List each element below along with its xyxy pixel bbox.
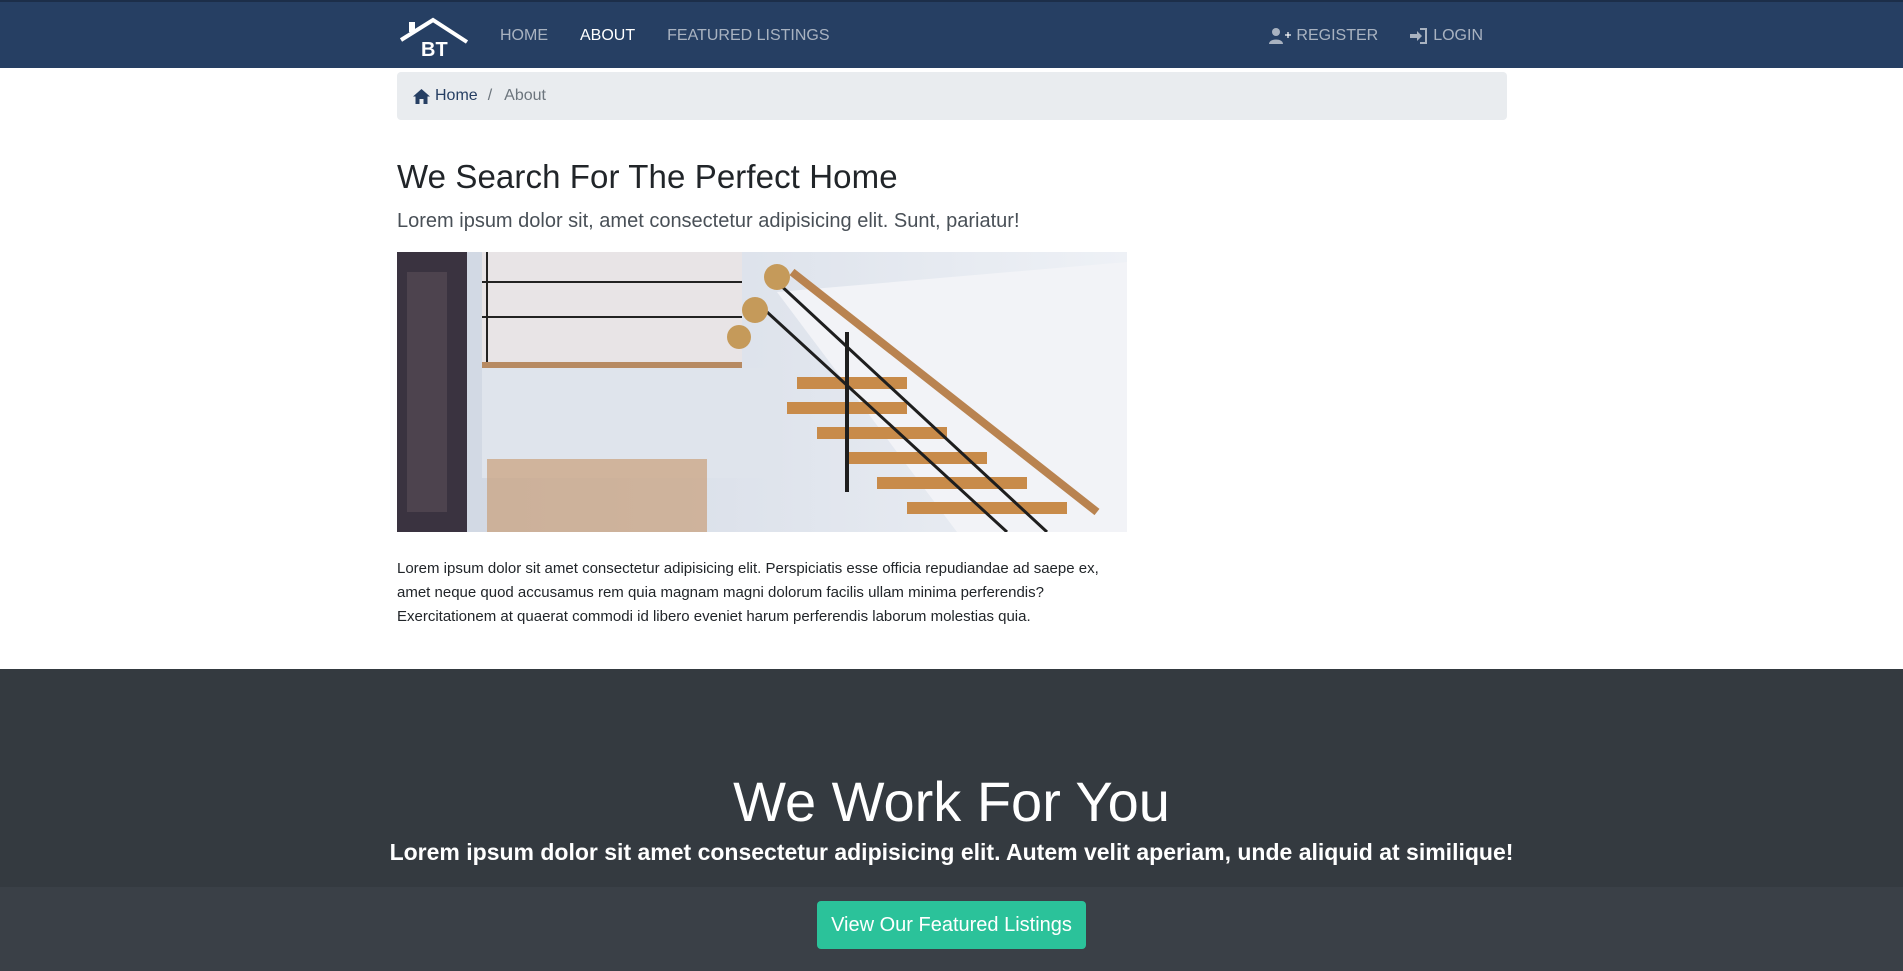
breadcrumb-home-link[interactable]: Home [413,87,478,105]
breadcrumb: Home / About [397,72,1507,120]
about-lead: Lorem ipsum dolor sit, amet consectetur … [397,210,1020,232]
breadcrumb-separator: / [487,87,493,104]
brand-text: BT [421,39,448,58]
about-body-text: Lorem ipsum dolor sit amet consectetur a… [397,560,1099,625]
brand-logo-icon[interactable]: BT [397,16,473,58]
breadcrumb-current: About [504,87,546,104]
page-title: We Search For The Perfect Home [397,158,898,195]
login-link[interactable]: LOGIN [1410,27,1483,45]
login-label: LOGIN [1433,27,1483,44]
register-label: REGISTER [1296,27,1379,44]
breadcrumb-home-label: Home [435,87,478,104]
nav-about-link[interactable]: ABOUT [580,27,635,45]
view-featured-listings-button[interactable]: View Our Featured Listings [817,901,1086,949]
work-lead: Lorem ipsum dolor sit amet consectetur a… [389,839,1514,865]
work-title: We Work For You [733,770,1170,833]
staircase-image [397,252,1127,532]
register-link[interactable]: REGISTER [1269,27,1378,45]
home-icon [413,88,430,104]
work-section: We Work For You Lorem ipsum dolor sit am… [0,669,1903,971]
auth-nav: REGISTER LOGIN [1237,2,1483,70]
nav-featured-listings-link[interactable]: FEATURED LISTINGS [667,27,829,45]
sign-in-icon [1410,28,1428,44]
main-nav: HOME ABOUT FEATURED LISTINGS [500,2,862,70]
nav-home-link[interactable]: HOME [500,27,548,45]
user-plus-icon [1269,28,1292,44]
navbar: BT HOME ABOUT FEATURED LISTINGS REGISTER… [0,0,1903,68]
